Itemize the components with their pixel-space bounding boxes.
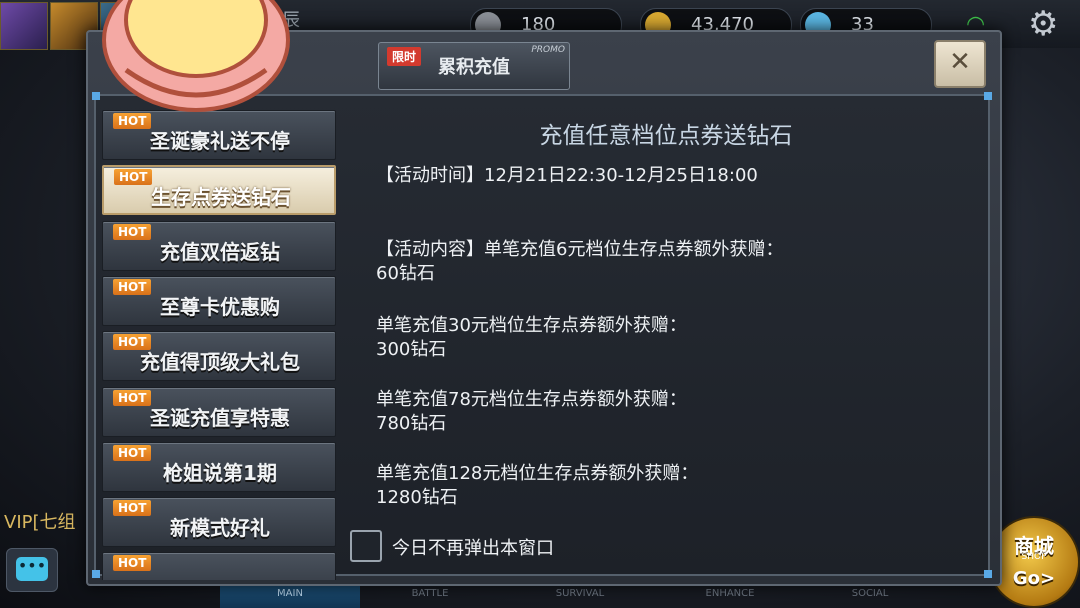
event-content-line: 1280钻石 bbox=[376, 487, 458, 508]
event-list-item[interactable]: HOT 至尊卡优惠购 bbox=[102, 275, 336, 326]
event-content-line: 300钻石 bbox=[376, 339, 447, 360]
event-list-item-label: 枪姐说第1期 bbox=[163, 460, 277, 485]
frame-corner bbox=[984, 92, 992, 100]
event-list-item[interactable]: HOT 枪姐说第1期 bbox=[102, 441, 336, 492]
event-list-item[interactable]: HOT 充值双倍返钻 bbox=[102, 220, 336, 271]
close-icon: ✕ bbox=[949, 47, 971, 77]
event-content-line: 单笔充值128元档位生存点券额外获赠： bbox=[376, 463, 699, 484]
event-content-line: 单笔充值30元档位生存点券额外获赠： bbox=[376, 315, 687, 336]
event-list-item-label: 至尊卡优惠购 bbox=[160, 294, 280, 319]
player-avatar[interactable] bbox=[0, 2, 48, 50]
event-list-item-label: 充值双倍返钻 bbox=[160, 239, 280, 264]
event-list-item[interactable]: HOT 充值得顶级大礼包 bbox=[102, 331, 336, 382]
event-list-item[interactable]: HOT 生存点券送钻石 bbox=[102, 165, 336, 216]
chat-bubble-icon: ••• bbox=[16, 557, 48, 581]
event-content-line: 单笔充值78元档位生存点券额外获赠： bbox=[376, 389, 687, 410]
dont-show-today-row[interactable]: 今日不再弹出本窗口 bbox=[350, 530, 650, 564]
event-list-item[interactable]: HOT 新模式好礼 bbox=[102, 497, 336, 548]
dont-show-today-label: 今日不再弹出本窗口 bbox=[392, 538, 554, 559]
tab-label: 累积充值 bbox=[438, 57, 510, 78]
event-content-line: 780钻石 bbox=[376, 413, 447, 434]
settings-gear-icon[interactable]: ⚙ bbox=[1028, 4, 1058, 44]
event-list-item-label: 充值得顶级大礼包 bbox=[140, 350, 300, 375]
event-title: 充值任意档位点券送钻石 bbox=[539, 123, 793, 149]
shop-sublabel: SHOP bbox=[1021, 552, 1047, 562]
dont-show-today-checkbox[interactable] bbox=[350, 530, 382, 562]
vip-label: VIP[七组 bbox=[4, 512, 76, 533]
close-button[interactable]: ✕ bbox=[934, 40, 986, 88]
mascot-character-icon bbox=[102, 0, 290, 112]
event-list-item[interactable]: HOT 圣诞充值享特惠 bbox=[102, 386, 336, 437]
event-list-item-label: 生存点券送钻石 bbox=[151, 185, 291, 210]
event-list-item-label: 圣诞豪礼送不停 bbox=[150, 129, 290, 153]
chat-button[interactable]: ••• bbox=[6, 548, 58, 592]
hot-badge: HOT bbox=[113, 555, 152, 572]
event-list-item-label: 新模式好礼 bbox=[170, 516, 270, 541]
event-time: 【活动时间】12月21日22:30-12月25日18:00 bbox=[376, 165, 758, 186]
tab-cumulative-recharge[interactable]: 限时 PROMO 累积充值 bbox=[378, 42, 570, 90]
shop-go-label: Go> bbox=[1012, 568, 1056, 589]
event-list-item[interactable]: HOT bbox=[102, 552, 336, 580]
event-list-item-label: 圣诞充值享特惠 bbox=[150, 405, 290, 430]
event-content-line: 【活动内容】单笔充值6元档位生存点券额外获赠： bbox=[376, 239, 784, 260]
event-detail: 充值任意档位点券送钻石 【活动时间】12月21日22:30-12月25日18:0… bbox=[376, 116, 986, 576]
event-list[interactable]: HOT 圣诞豪礼送不停 HOT 生存点券送钻石 HOT 充值双倍返钻 HOT 至尊卡优惠购 HO… bbox=[102, 110, 336, 580]
event-content-line: 60钻石 bbox=[376, 263, 435, 284]
frame-corner bbox=[92, 570, 100, 578]
